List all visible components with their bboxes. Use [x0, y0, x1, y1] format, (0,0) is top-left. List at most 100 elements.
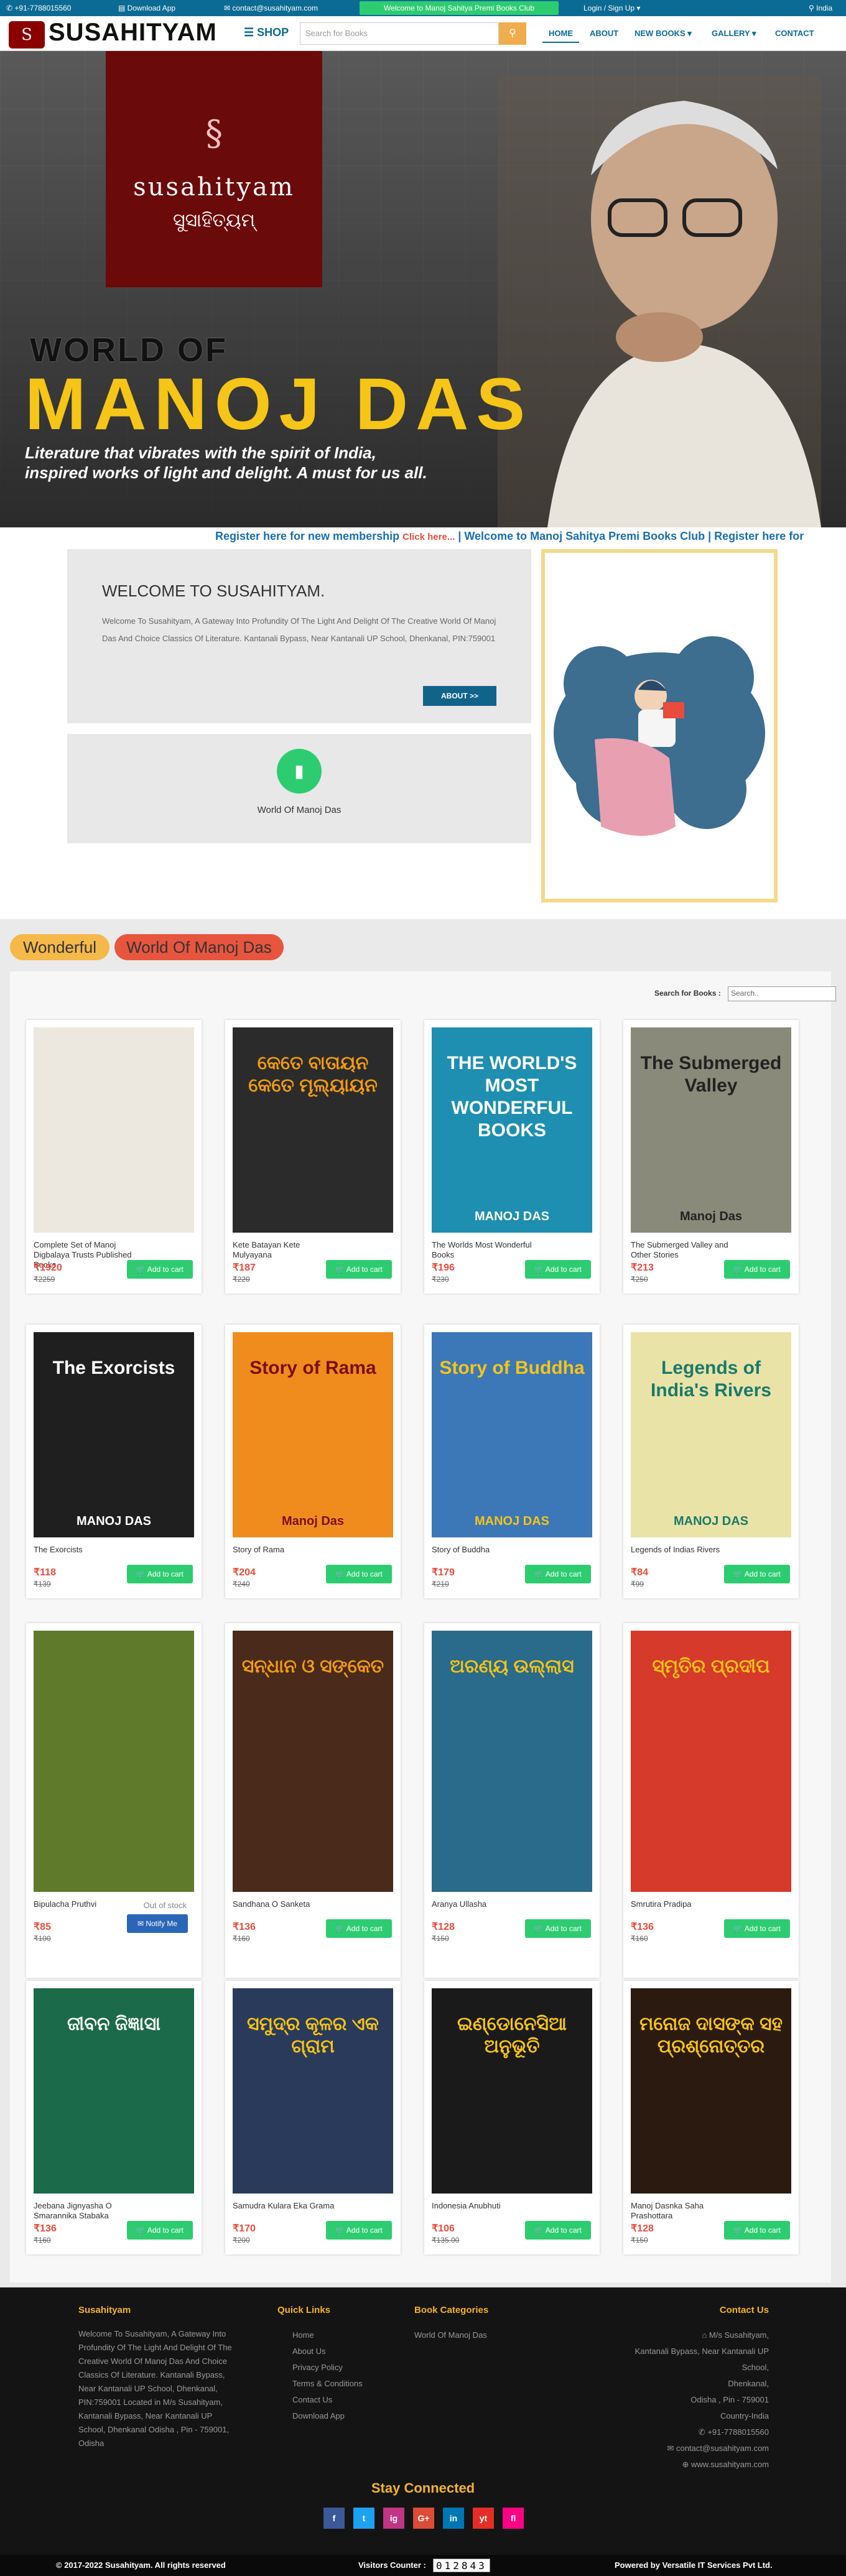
product-name[interactable]: Samudra Kulara Eka Grama	[233, 2201, 338, 2211]
product-card[interactable]: Bipulacha Pruthvi ₹85 ₹100 Out of stock ✉ No…	[26, 1623, 202, 1978]
footer-email[interactable]: ✉ contact@susahityam.com	[616, 2440, 769, 2457]
google-plus-icon[interactable]: G+	[413, 2508, 434, 2529]
product-card[interactable]: ମନୋଜ ଦାସଙ୍କ ସହ ପ୍ରଶ୍ନୋତ୍ତର Manoj Dasnka S…	[623, 1981, 799, 2254]
nav-new-books[interactable]: NEW BOOKS ▾	[628, 25, 698, 42]
book-cover[interactable]: Legends of India's Rivers MANOJ DAS	[631, 1332, 791, 1537]
product-name[interactable]: Kete Batayan Kete Mulyayana	[233, 1240, 338, 1260]
footer-link-download[interactable]: Download App	[292, 2408, 402, 2424]
product-card[interactable]: ଇଣ୍ଡୋନେସିଆ ଅନୁଭୂତି Indonesia Anubhuti ₹106…	[424, 1981, 600, 2254]
product-name[interactable]: Jeebana Jignyasha O Smarannika Stabaka	[34, 2201, 139, 2221]
twitter-icon[interactable]: t	[353, 2508, 374, 2529]
product-name[interactable]: The Submerged Valley and Other Stories	[631, 1240, 737, 1260]
book-cover[interactable]: The Submerged Valley Manoj Das	[631, 1027, 791, 1233]
product-card[interactable]: କେତେ ବାତାୟନ କେତେ ମୂଲ୍ୟାୟନ Kete Batayan Ke…	[225, 1020, 401, 1294]
product-card[interactable]: ସନ୍ଧାନ ଓ ସଙ୍କେତ Sandhana O Sanketa ₹136 ₹16…	[225, 1623, 401, 1978]
add-to-cart-button[interactable]: 🛒 Add to cart	[326, 1260, 392, 1279]
footer-link-about[interactable]: About Us	[292, 2343, 402, 2360]
instagram-icon[interactable]: ig	[383, 2508, 404, 2529]
book-cover[interactable]: ସନ୍ଧାନ ଓ ସଙ୍କେତ	[233, 1631, 393, 1892]
category-card[interactable]: ▮ World Of Manoj Das	[67, 734, 531, 843]
add-to-cart-button[interactable]: 🛒 Add to cart	[724, 1565, 790, 1583]
product-name[interactable]: Smrutira Pradipa	[631, 1899, 737, 1909]
footer-website[interactable]: ⊕ www.susahityam.com	[616, 2457, 769, 2473]
add-to-cart-button[interactable]: 🛒 Add to cart	[724, 1919, 790, 1938]
download-app-link[interactable]: ▤ Download App	[118, 4, 175, 12]
footer-phone[interactable]: ✆ +91-7788015560	[616, 2424, 769, 2440]
add-to-cart-button[interactable]: 🛒 Add to cart	[724, 2221, 790, 2240]
logo-icon[interactable]: S	[9, 21, 45, 49]
membership-link[interactable]: Click here...	[402, 532, 455, 542]
email-link[interactable]: ✉ contact@susahityam.com	[224, 4, 318, 12]
tab-wonderful[interactable]: Wonderful	[10, 934, 109, 960]
add-to-cart-button[interactable]: 🛒 Add to cart	[127, 1260, 193, 1279]
product-card[interactable]: ଅରଣ୍ୟ ଉଲ୍ଲାସ Aranya Ullasha ₹128 ₹150 🛒 Add …	[424, 1623, 600, 1978]
add-to-cart-button[interactable]: 🛒 Add to cart	[724, 1260, 790, 1279]
footer-link-privacy[interactable]: Privacy Policy	[292, 2360, 402, 2376]
book-cover[interactable]: The Exorcists MANOJ DAS	[34, 1332, 194, 1537]
youtube-icon[interactable]: yt	[473, 2508, 494, 2529]
add-to-cart-button[interactable]: 🛒 Add to cart	[525, 1919, 591, 1938]
book-cover[interactable]: Story of Buddha MANOJ DAS	[432, 1332, 592, 1537]
book-cover[interactable]: ଇଣ୍ଡୋନେସିଆ ଅନୁଭୂତି	[432, 1988, 592, 2194]
flickr-icon[interactable]: fl	[503, 2508, 524, 2529]
product-name[interactable]: Story of Buddha	[432, 1545, 537, 1555]
search-input[interactable]: Search for Books	[300, 22, 499, 45]
book-cover[interactable]: ଜୀବନ ଜିଜ୍ଞାସା	[34, 1988, 194, 2194]
club-banner[interactable]: Welcome to Manoj Sahitya Premi Books Clu…	[360, 1, 559, 15]
add-to-cart-button[interactable]: 🛒 Add to cart	[127, 2221, 193, 2240]
add-to-cart-button[interactable]: 🛒 Add to cart	[525, 1565, 591, 1583]
nav-home[interactable]: HOME	[542, 25, 579, 43]
nav-about[interactable]: ABOUT	[583, 25, 625, 42]
product-card[interactable]: THE WORLD'S MOST WONDERFUL BOOKS MANOJ DA…	[424, 1020, 600, 1294]
book-cover[interactable]	[34, 1027, 194, 1233]
country-select[interactable]: ⚲ India	[809, 4, 832, 12]
product-name[interactable]: Bipulacha Pruthvi	[34, 1899, 139, 1909]
product-card[interactable]: ଜୀବନ ଜିଜ୍ଞାସା Jeebana Jignyasha O Smarann…	[26, 1981, 202, 2254]
phone-link[interactable]: ✆ +91-7788015560	[6, 4, 71, 12]
add-to-cart-button[interactable]: 🛒 Add to cart	[326, 1919, 392, 1938]
product-name[interactable]: The Worlds Most Wonderful Books	[432, 1240, 537, 1260]
add-to-cart-button[interactable]: 🛒 Add to cart	[525, 1260, 591, 1279]
product-name[interactable]: Story of Rama	[233, 1545, 338, 1555]
book-cover[interactable]: Story of Rama Manoj Das	[233, 1332, 393, 1537]
product-name[interactable]: The Exorcists	[34, 1545, 139, 1555]
product-name[interactable]: Sandhana O Sanketa	[233, 1899, 338, 1909]
notify-me-button[interactable]: ✉ Notify Me	[127, 1914, 188, 1933]
product-name[interactable]: Legends of Indias Rivers	[631, 1545, 737, 1555]
shop-menu[interactable]: ☰ SHOP	[244, 26, 289, 39]
product-card[interactable]: ସମୁଦ୍ର କୂଳର ଏକ ଗ୍ରାମ Samudra Kulara Eka G…	[225, 1981, 401, 2254]
footer-link-contact[interactable]: Contact Us	[292, 2392, 402, 2408]
product-card[interactable]: ସ୍ମୃତିର ପ୍ରଦୀପ Smrutira Pradipa ₹136 ₹160 🛒 …	[623, 1623, 799, 1978]
add-to-cart-button[interactable]: 🛒 Add to cart	[127, 1565, 193, 1583]
add-to-cart-button[interactable]: 🛒 Add to cart	[326, 2221, 392, 2240]
footer-link-terms[interactable]: Terms & Conditions	[292, 2376, 402, 2392]
book-cover[interactable]: କେତେ ବାତାୟନ କେତେ ମୂଲ୍ୟାୟନ	[233, 1027, 393, 1233]
book-cover[interactable]: ମନୋଜ ଦାସଙ୍କ ସହ ପ୍ରଶ୍ନୋତ୍ତର	[631, 1988, 791, 2194]
footer-link-home[interactable]: Home	[292, 2327, 402, 2343]
book-cover[interactable]	[34, 1631, 194, 1892]
book-cover[interactable]: THE WORLD'S MOST WONDERFUL BOOKS MANOJ DA…	[432, 1027, 592, 1233]
about-button[interactable]: ABOUT >>	[423, 686, 496, 706]
product-name[interactable]: Manoj Dasnka Saha Prashottara	[631, 2201, 737, 2221]
product-card[interactable]: The Exorcists MANOJ DAS The Exorcists ₹118 ₹…	[26, 1325, 202, 1598]
nav-contact[interactable]: CONTACT	[769, 25, 820, 42]
product-card[interactable]: Story of Buddha MANOJ DAS Story of Buddha ₹…	[424, 1325, 600, 1598]
book-cover[interactable]: ସ୍ମୃତିର ପ୍ରଦୀପ	[631, 1631, 791, 1892]
product-card[interactable]: The Submerged Valley Manoj Das The Submerg…	[623, 1020, 799, 1294]
nav-gallery[interactable]: GALLERY ▾	[705, 25, 763, 42]
book-cover[interactable]: ସମୁଦ୍ର କୂଳର ଏକ ଗ୍ରାମ	[233, 1988, 393, 2194]
product-name[interactable]: Aranya Ullasha	[432, 1899, 537, 1909]
product-name[interactable]: Indonesia Anubhuti	[432, 2201, 537, 2211]
product-card[interactable]: Story of Rama Manoj Das Story of Rama ₹204 ₹…	[225, 1325, 401, 1598]
login-link[interactable]: Login / Sign Up ▾	[583, 4, 640, 12]
logo-text[interactable]: SUSAHITYAM	[49, 19, 217, 47]
add-to-cart-button[interactable]: 🛒 Add to cart	[326, 1565, 392, 1583]
footer-category-link[interactable]: World Of Manoj Das	[414, 2327, 551, 2343]
book-cover[interactable]: ଅରଣ୍ୟ ଉଲ୍ଲାସ	[432, 1631, 592, 1892]
search-button[interactable]: ⚲	[499, 22, 526, 45]
linkedin-icon[interactable]: in	[443, 2508, 464, 2529]
tab-world-of-manoj-das[interactable]: World Of Manoj Das	[114, 934, 284, 960]
add-to-cart-button[interactable]: 🛒 Add to cart	[525, 2221, 591, 2240]
product-card[interactable]: Legends of India's Rivers MANOJ DAS Legend…	[623, 1325, 799, 1598]
search-books-input[interactable]: Search..	[728, 986, 836, 1001]
